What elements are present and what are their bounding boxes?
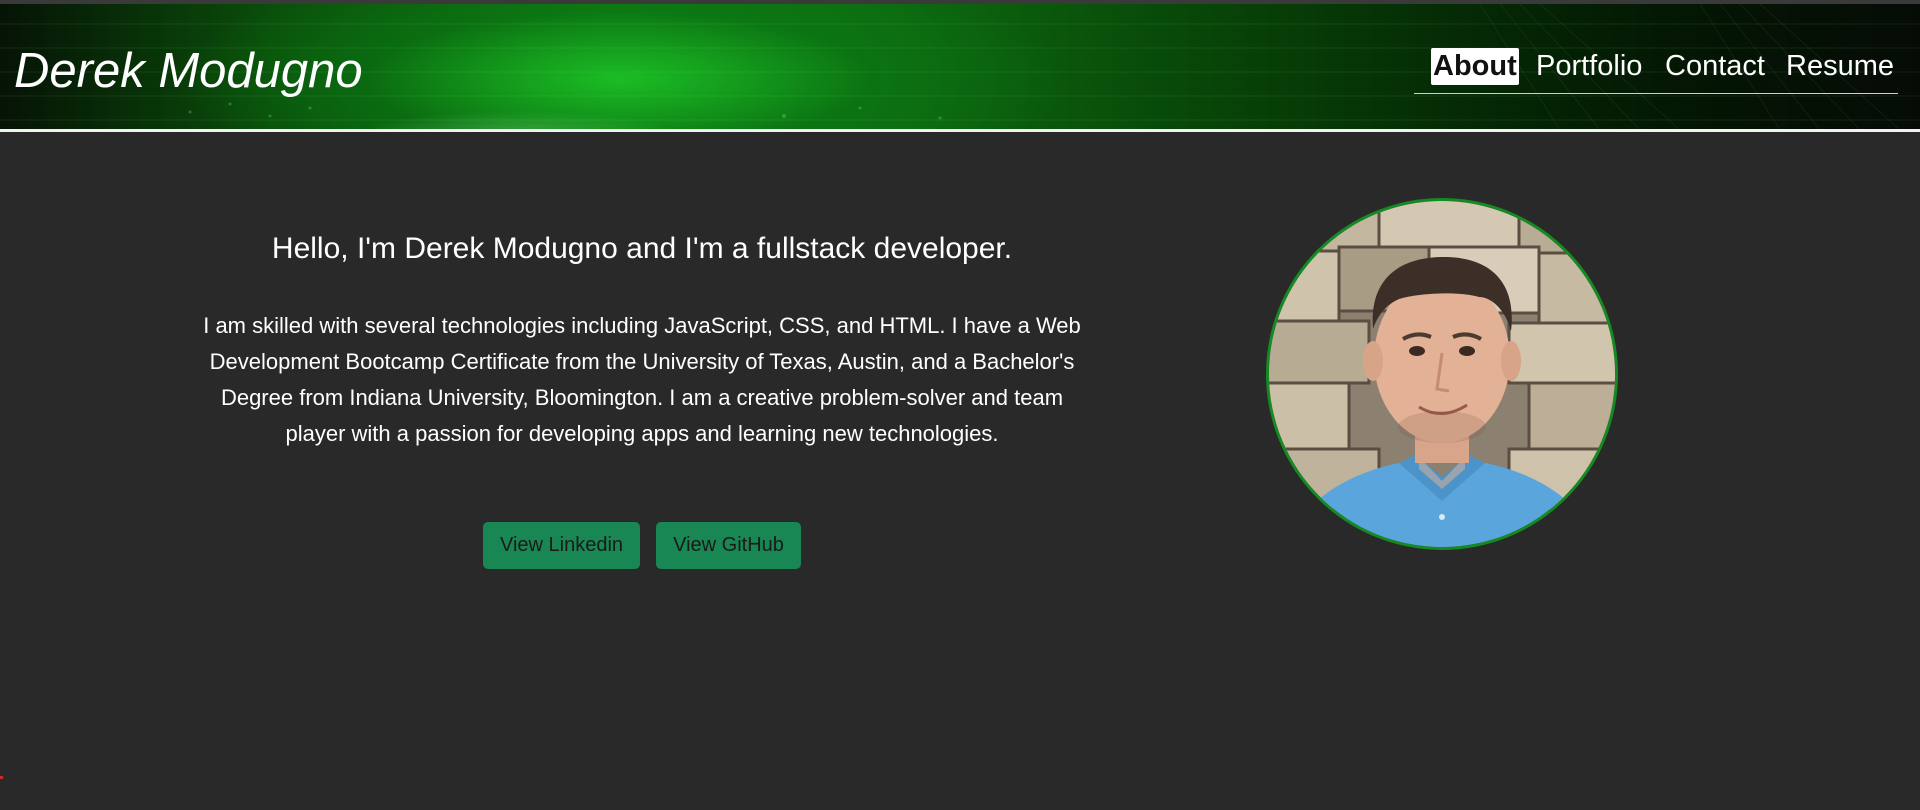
nav-contact[interactable]: Contact xyxy=(1665,48,1765,85)
header-divider xyxy=(0,129,1920,132)
profile-photo xyxy=(1266,198,1618,550)
site-header: Derek Modugno About Portfolio Contact Re… xyxy=(0,4,1920,130)
intro-section: Hello, I'm Derek Modugno and I'm a fulls… xyxy=(180,220,1104,278)
view-linkedin-button[interactable]: View Linkedin xyxy=(483,522,640,569)
site-brand[interactable]: Derek Modugno xyxy=(14,40,363,102)
main-nav: About Portfolio Contact Resume xyxy=(1414,48,1898,94)
intro-title: Hello, I'm Derek Modugno and I'm a fulls… xyxy=(271,232,1013,265)
edge-mark xyxy=(0,776,3,779)
nav-about[interactable]: About xyxy=(1431,48,1519,85)
page: Derek Modugno About Portfolio Contact Re… xyxy=(0,0,1920,810)
nav-portfolio[interactable]: Portfolio xyxy=(1536,48,1642,85)
profile-photo-icon xyxy=(1269,201,1615,547)
view-github-button[interactable]: View GitHub xyxy=(656,522,801,569)
intro-text: I am skilled with several technologies i… xyxy=(203,313,1081,446)
nav-resume[interactable]: Resume xyxy=(1786,48,1894,85)
